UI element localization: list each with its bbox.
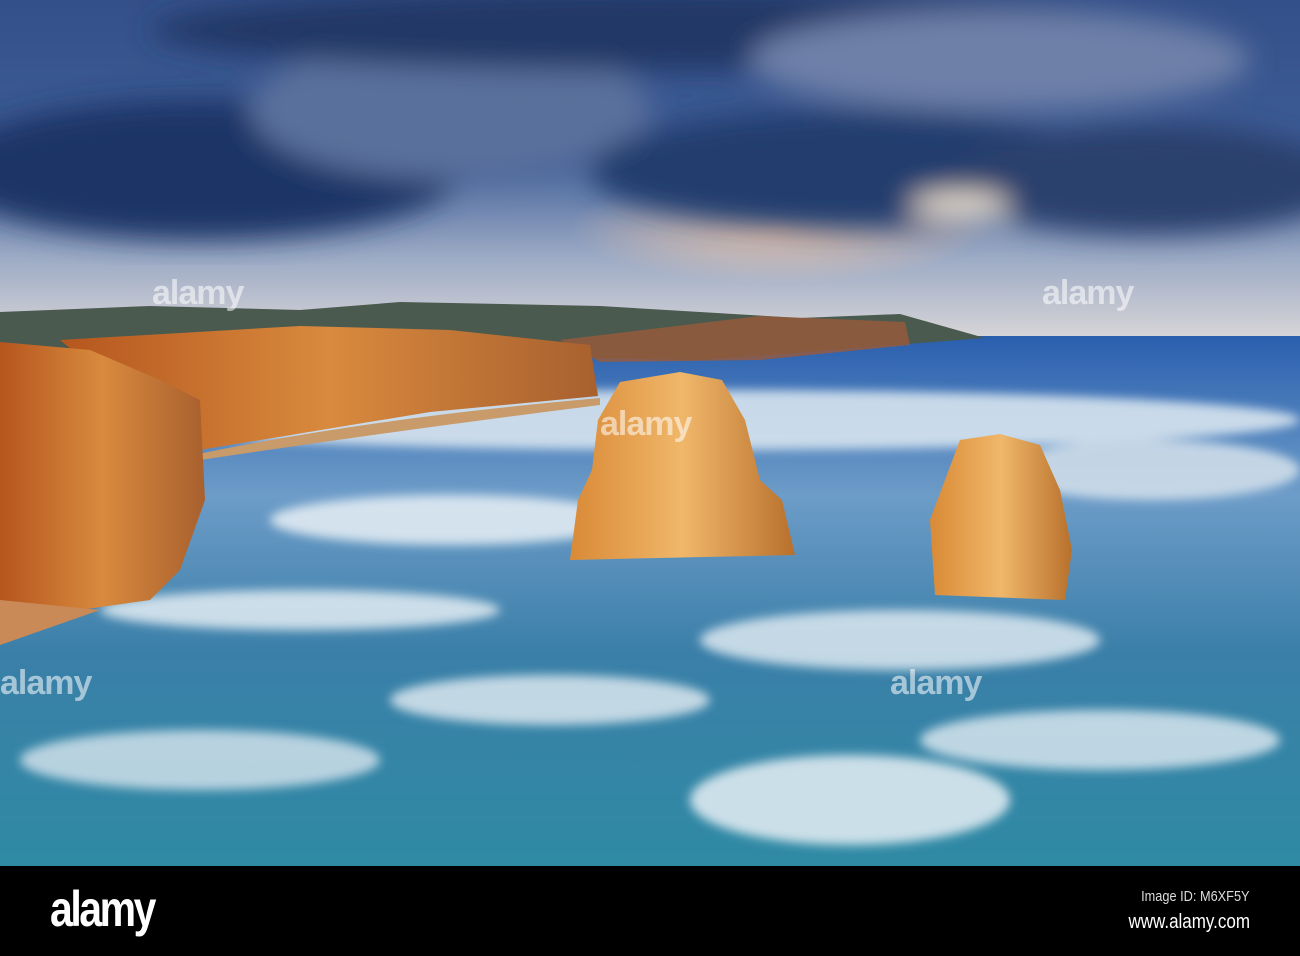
watermark: alamy — [152, 274, 244, 312]
watermark: alamy — [600, 405, 692, 443]
alamy-logo: alamy — [50, 881, 156, 937]
website-link: www.alamy.com — [1128, 911, 1250, 933]
stock-photo: alamy alamy alamy alamy alamy alamy Imag… — [0, 0, 1300, 956]
footer-bar: alamy Image ID: M6XF5Y www.alamy.com — [0, 866, 1300, 956]
image-id: Image ID: M6XF5Y — [1141, 888, 1250, 905]
watermark: alamy — [1042, 274, 1134, 312]
watermark: alamy — [890, 664, 982, 702]
watermark: alamy — [0, 664, 92, 702]
